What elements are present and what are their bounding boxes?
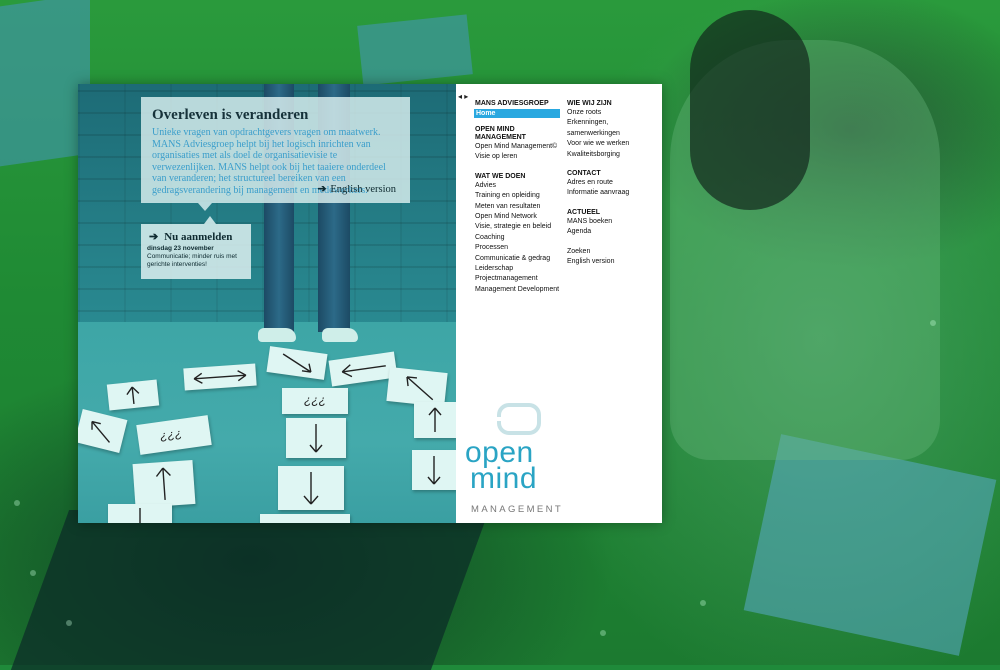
background-paper <box>0 0 90 167</box>
shoe-left <box>258 328 296 342</box>
menu-item-meten[interactable]: Meten van resultaten <box>475 202 563 212</box>
main-panel: ¿¿¿ ¿¿¿ Overleven is veranderen Unieke v… <box>78 84 662 523</box>
event-date: dinsdag 23 november <box>147 245 214 252</box>
menu-item-visie-op-leren[interactable]: Visie op leren <box>475 152 563 162</box>
menu-heading-contact: CONTACT <box>567 170 601 178</box>
background-paper <box>357 14 473 86</box>
arrow-right-icon: ➔ <box>317 184 327 195</box>
menu-item-processen[interactable]: Processen <box>475 243 563 253</box>
question-card: ¿¿¿ <box>282 388 348 414</box>
menu-item-home[interactable]: Home <box>474 109 560 118</box>
collapse-toggle-icon[interactable]: ◂ ▸ <box>458 92 468 101</box>
menu-item-leiderschap[interactable]: Leiderschap <box>475 264 563 274</box>
logo-text-mind: mind <box>470 462 538 495</box>
intro-box-pointer <box>198 203 212 211</box>
logo-mark-icon <box>495 403 541 435</box>
navigation-menu: ◂ ▸ MANS ADVIESGROEP Home OPEN MIND MANA… <box>456 84 662 523</box>
arrow-up-icon <box>155 467 171 501</box>
menu-item-zoeken[interactable]: Zoeken <box>567 247 657 257</box>
arrow-down-icon <box>139 508 141 523</box>
english-version-label: English version <box>330 184 396 195</box>
event-box[interactable]: ➔ Nu aanmelden dinsdag 23 november Commun… <box>141 224 251 279</box>
arrow-up-icon <box>126 386 140 405</box>
arrow-down-icon <box>309 424 323 453</box>
menu-heading-wat-we-doen: WAT WE DOEN <box>475 172 526 180</box>
menu-item-onze-roots[interactable]: Onze roots <box>567 108 657 118</box>
menu-item-open-mind-management[interactable]: Open Mind Management© <box>475 142 563 152</box>
menu-item-erkenningen[interactable]: Erkenningen, samenwerkingen <box>567 118 629 139</box>
menu-item-communicatie[interactable]: Communicatie & gedrag <box>475 254 563 264</box>
menu-item-adres[interactable]: Adres en route <box>567 178 657 188</box>
event-box-pointer <box>204 216 216 224</box>
menu-item-agenda[interactable]: Agenda <box>567 227 657 237</box>
arrow-card <box>386 367 448 407</box>
menu-item-informatie[interactable]: Informatie aanvraag <box>567 188 657 198</box>
menu-heading-actueel: ACTUEEL <box>567 208 601 216</box>
intro-title: Overleven is veranderen <box>152 107 309 123</box>
background-hair <box>690 10 810 210</box>
menu-item-coaching[interactable]: Coaching <box>475 233 563 243</box>
menu-item-network[interactable]: Open Mind Network <box>475 212 563 222</box>
menu-column-2: WIE WIJ ZIJN Onze roots Erkenningen, sam… <box>567 100 657 267</box>
arrow-down-icon <box>303 472 319 505</box>
arrow-card <box>260 514 350 523</box>
intro-box: Overleven is veranderen Unieke vragen va… <box>141 97 410 203</box>
arrow-up-icon <box>428 407 442 432</box>
background-dot <box>930 320 936 326</box>
arrow-card <box>414 402 456 438</box>
background-dot <box>600 630 606 636</box>
arrow-card <box>132 459 196 509</box>
arrow-card <box>412 450 456 490</box>
background-dot <box>700 600 706 606</box>
english-version-link[interactable]: ➔ English version <box>318 183 396 195</box>
menu-item-visie-strategie[interactable]: Visie, strategie en beleid <box>475 222 563 232</box>
shoe-right <box>322 328 358 342</box>
arrow-up-left-icon <box>406 376 434 401</box>
background-dot <box>66 620 72 626</box>
menu-heading-wie-wij-zijn: WIE WIJ ZIJN <box>567 100 612 107</box>
event-title: ➔ Nu aanmelden <box>149 230 245 243</box>
event-text: Communicatie; minder ruis met gerichte i… <box>147 253 237 268</box>
arrow-card <box>286 418 346 458</box>
background-laptop <box>10 510 490 670</box>
background-paper <box>743 434 997 656</box>
menu-item-english-version[interactable]: English version <box>567 257 657 267</box>
menu-item-advies[interactable]: Advies <box>475 181 563 191</box>
menu-item-mans-boeken[interactable]: MANS boeken <box>567 217 657 227</box>
menu-column-1: MANS ADVIESGROEP Home OPEN MIND MANAGEME… <box>474 100 563 295</box>
event-title-label: Nu aanmelden <box>164 231 233 243</box>
menu-item-projectmanagement[interactable]: Projectmanagement <box>475 274 563 284</box>
logo-text-management: MANAGEMENT <box>471 504 564 515</box>
arrow-down-icon <box>427 456 441 485</box>
arrow-card <box>278 466 344 510</box>
arrow-card <box>108 504 172 523</box>
menu-item-management-development[interactable]: Management Development <box>475 285 563 295</box>
hero-photo: ¿¿¿ ¿¿¿ Overleven is veranderen Unieke v… <box>78 84 456 523</box>
arrow-card <box>106 379 160 411</box>
menu-heading-mans-adviesgroep: MANS ADVIESGROEP <box>475 100 549 107</box>
menu-item-kwaliteitsborging[interactable]: Kwaliteitsborging <box>567 150 657 160</box>
menu-item-training[interactable]: Training en opleiding <box>475 191 563 201</box>
menu-spacer <box>567 238 657 247</box>
card-text: ¿¿¿ <box>304 393 326 407</box>
arrow-right-icon: ➔ <box>149 231 159 243</box>
open-mind-logo: open mind MANAGEMENT <box>462 402 572 522</box>
menu-heading-open-mind-management: OPEN MIND MANAGEMENT <box>475 126 526 141</box>
card-text: ¿¿¿ <box>159 425 183 443</box>
background-dot <box>14 500 20 506</box>
menu-item-voor-wie[interactable]: Voor wie we werken <box>567 139 657 149</box>
background-dot <box>30 570 36 576</box>
